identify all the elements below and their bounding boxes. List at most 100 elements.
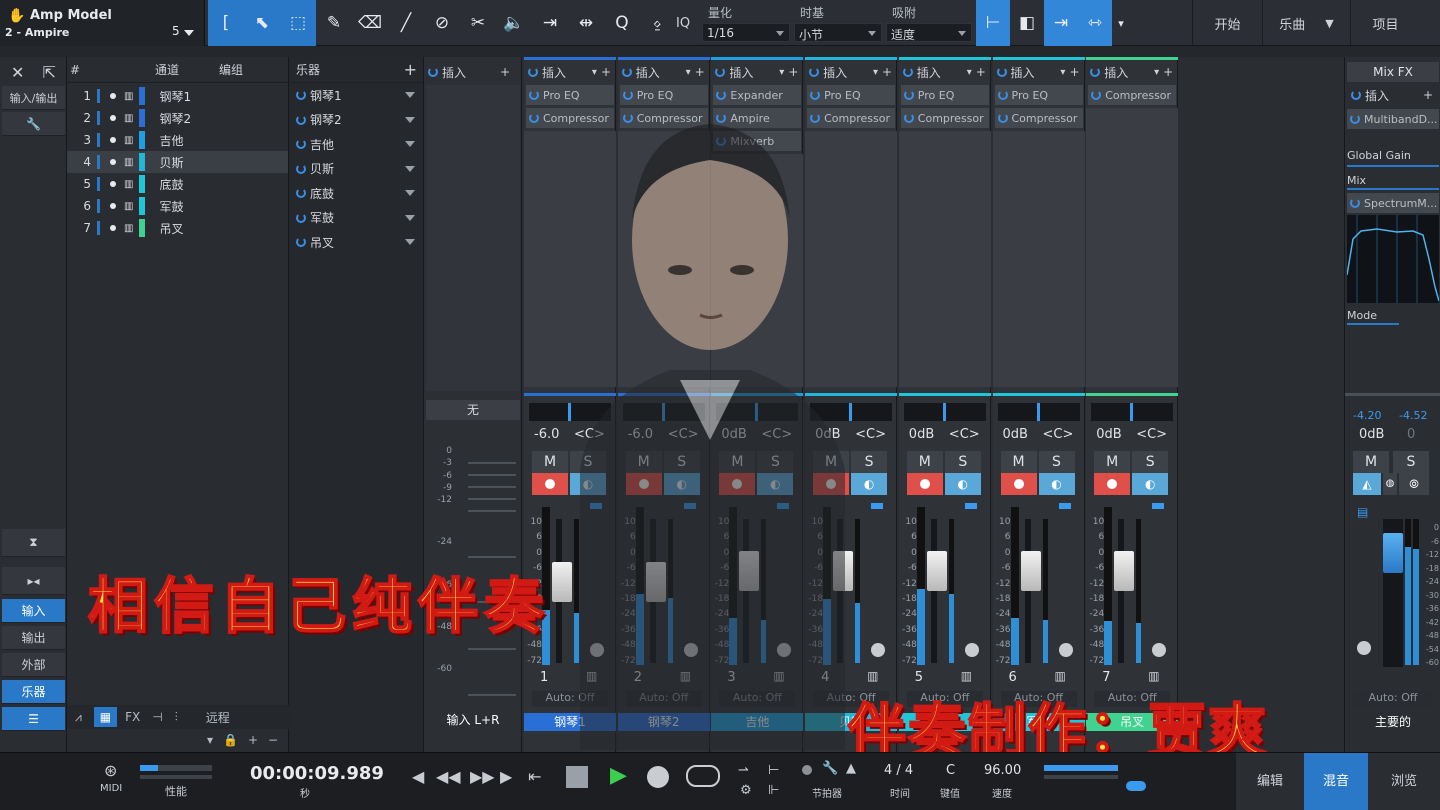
snap-events-icon[interactable]: ◧	[1010, 0, 1044, 46]
input-none-label[interactable]: 无	[426, 400, 520, 420]
chevron-down-icon[interactable]	[405, 190, 415, 196]
chevron-down-icon[interactable]	[184, 30, 194, 36]
main-mono-icon[interactable]: ⦾	[1399, 473, 1429, 495]
midi-icon[interactable]: ⊛	[104, 761, 117, 780]
instrument-keyboard-icon[interactable]: ▥	[867, 669, 878, 683]
instrument-item[interactable]: 底鼓	[290, 181, 423, 206]
mute-button[interactable]: M	[1094, 451, 1131, 473]
add-icon[interactable]: +	[1069, 65, 1079, 79]
chevron-down-icon[interactable]	[405, 165, 415, 172]
pan-knob-icon[interactable]	[1058, 643, 1073, 657]
track-row[interactable]: 1 ▥ 钢琴1	[67, 85, 288, 107]
add-icon[interactable]: +	[976, 65, 986, 79]
chevron-down-icon[interactable]: ▾	[1060, 67, 1065, 78]
left-btn-output[interactable]: 输出	[2, 626, 65, 650]
add-icon[interactable]: +	[1423, 88, 1433, 102]
power-icon[interactable]	[809, 67, 820, 77]
tab-browse[interactable]: 浏览	[1368, 753, 1440, 810]
forward-icon[interactable]: ▶▶	[470, 767, 495, 786]
wrench-icon[interactable]: 🔧	[2, 112, 65, 136]
power-icon[interactable]	[622, 90, 633, 100]
record-arm-icon[interactable]	[110, 137, 116, 143]
solo-button[interactable]: S	[1038, 451, 1075, 473]
mix-slider[interactable]	[1347, 188, 1439, 190]
expand-icon[interactable]: ⇱	[43, 63, 56, 82]
track-row[interactable]: 2 ▥ 钢琴2	[67, 107, 288, 129]
channel-bus-icon[interactable]	[1152, 503, 1165, 509]
add-icon[interactable]: +	[1163, 65, 1173, 79]
collapse-icon[interactable]: ⧗	[2, 529, 65, 557]
vca-filter-icon[interactable]: ⫶	[175, 710, 178, 725]
global-gain-slider[interactable]	[1347, 165, 1439, 167]
time-signature[interactable]: 4 / 4	[884, 763, 913, 778]
main-knob-icon[interactable]	[1357, 641, 1371, 655]
track-name[interactable]: 吊叉	[159, 220, 183, 237]
track-row[interactable]: 3 ▥ 吉他	[67, 129, 288, 151]
power-icon[interactable]	[715, 67, 726, 77]
precount-icon[interactable]: ⊩	[768, 783, 779, 798]
bracket-icon[interactable]: [	[208, 0, 244, 46]
settings-icon[interactable]: ⚙	[740, 783, 752, 798]
add-icon[interactable]: +	[695, 65, 705, 79]
metronome-toggle[interactable]	[1126, 781, 1146, 791]
chevron-down-icon[interactable]	[405, 141, 415, 147]
insert-header[interactable]: 插入 ▾ +	[899, 62, 991, 82]
main-mute-button[interactable]: M	[1353, 451, 1389, 473]
range-tool-icon[interactable]: ⬚	[280, 0, 316, 46]
channel-volume[interactable]: 0dB	[1096, 427, 1121, 442]
pan-knob-icon[interactable]	[964, 643, 979, 657]
pan-knob-icon[interactable]	[1152, 643, 1167, 657]
add-icon[interactable]: +	[500, 65, 510, 79]
plugin-slot[interactable]: Pro EQ	[807, 85, 896, 105]
plugin-slot[interactable]: Expander	[713, 85, 802, 105]
expand-horizontal-icon[interactable]: ▸◂	[2, 567, 65, 595]
track-name[interactable]: 军鼓	[159, 198, 183, 215]
list-icon[interactable]: ☰	[2, 707, 65, 731]
power-icon[interactable]	[810, 90, 821, 100]
power-icon[interactable]	[296, 188, 306, 199]
track-info-number[interactable]: 5	[172, 24, 180, 38]
nav-start-button[interactable]: 开始	[1192, 0, 1262, 46]
stop-icon[interactable]	[566, 766, 588, 788]
tab-edit[interactable]: 编辑	[1236, 753, 1304, 810]
power-icon[interactable]	[296, 212, 306, 223]
record-arm-button[interactable]	[906, 473, 943, 495]
main-volume[interactable]: 0dB	[1359, 427, 1384, 442]
remote-label[interactable]: 远程	[206, 709, 230, 726]
plugin-slot[interactable]: Pro EQ	[619, 85, 708, 105]
channel-pan[interactable]: <C>	[1043, 427, 1074, 442]
snap-select[interactable]: 适度	[886, 23, 972, 42]
main-solo-button[interactable]: S	[1393, 451, 1429, 473]
power-icon[interactable]	[716, 90, 727, 100]
channel-bus-icon[interactable]	[871, 503, 884, 509]
main-mic-icon[interactable]: ◍	[1383, 473, 1397, 495]
main-plugin-slot[interactable]: MultibandD...	[1347, 109, 1439, 129]
mute-tool-icon[interactable]: ⊘	[424, 0, 460, 46]
nav-song-button[interactable]: 乐曲 ▼	[1262, 0, 1350, 46]
main-dim-icon[interactable]: ◭	[1353, 473, 1381, 495]
quantize-q-icon[interactable]: Q	[604, 0, 640, 46]
input-routing-label[interactable]: 输入 L+R	[424, 711, 522, 728]
chevron-down-icon[interactable]: ▾	[1154, 67, 1159, 78]
channel-volume[interactable]: 0dB	[1003, 427, 1028, 442]
chevron-down-icon[interactable]	[405, 239, 415, 245]
pan-slider[interactable]	[1091, 403, 1174, 421]
close-icon[interactable]: ✕	[11, 63, 24, 82]
timebase-select[interactable]: 小节	[794, 23, 882, 42]
rewind-icon[interactable]: ◀◀	[436, 767, 461, 786]
record-arm-button[interactable]	[1000, 473, 1037, 495]
bend-tool-icon[interactable]: ⇥	[532, 0, 568, 46]
instrument-item[interactable]: 钢琴2	[290, 108, 423, 133]
track-row[interactable]: 5 ▥ 底鼓	[67, 173, 288, 195]
rewind-start-icon[interactable]: ◀	[412, 767, 424, 786]
pencil-tool-icon[interactable]: ✎	[316, 0, 352, 46]
click-icon[interactable]	[802, 765, 812, 775]
nav-project-button[interactable]: 项目	[1350, 0, 1420, 46]
track-name[interactable]: 钢琴2	[159, 110, 191, 127]
insert-header[interactable]: 插入 ▾ +	[1086, 62, 1178, 82]
channel-bus-icon[interactable]	[964, 503, 977, 509]
key-value[interactable]: C	[946, 763, 955, 778]
snap-cursor-icon[interactable]: ⇥	[1044, 0, 1078, 46]
paint-tool-icon[interactable]: ╱	[388, 0, 424, 46]
instrument-filter-icon[interactable]: ▦	[93, 707, 118, 727]
